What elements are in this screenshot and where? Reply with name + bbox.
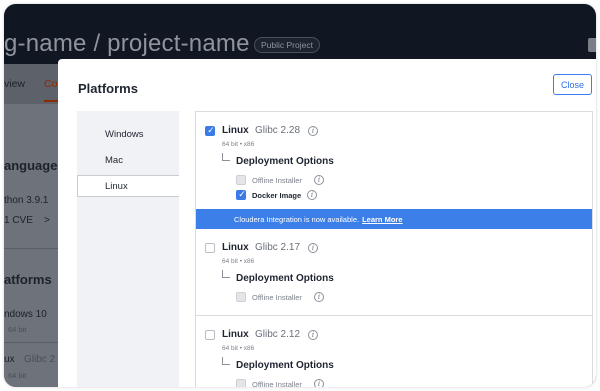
- background-platform-2: ux: [4, 354, 15, 365]
- info-icon[interactable]: i: [308, 126, 318, 136]
- background-platform-1-arch: 64 bit: [8, 325, 27, 334]
- screenshot-frame: g-name / project-name Public Project vie…: [4, 4, 596, 387]
- background-divider-2: [4, 342, 64, 343]
- offline-installer-label: Offline Installer: [252, 176, 302, 185]
- check-icon: ✓: [207, 125, 215, 135]
- offline-installer-label: Offline Installer: [252, 380, 302, 387]
- background-tab-overview: view: [4, 78, 26, 90]
- platform-card: Linux Glibc 2.12 i 64 bit • x86 Deployme…: [196, 316, 592, 387]
- platform-checkbox[interactable]: [205, 330, 215, 340]
- platform-name: Linux: [222, 125, 249, 136]
- nav-item-mac[interactable]: Mac: [77, 149, 179, 171]
- background-platform-1: ndows 10: [4, 309, 47, 320]
- tree-elbow-icon: [222, 153, 230, 161]
- banner-text: Cloudera Integration is now available.: [234, 214, 360, 224]
- deployment-options-title: Deployment Options: [236, 156, 334, 167]
- deployment-options-title: Deployment Options: [236, 360, 334, 371]
- offline-installer-checkbox[interactable]: [236, 379, 246, 387]
- platform-checkbox[interactable]: [205, 243, 215, 253]
- nav-item-linux[interactable]: Linux: [77, 175, 179, 197]
- platform-arch: 64 bit • x86: [222, 258, 255, 265]
- platform-name: Linux: [222, 329, 249, 340]
- platform-list: ✓ Linux Glibc 2.28 i 64 bit • x86 Deploy…: [195, 111, 593, 387]
- background-language-value: thon 3.9.1: [4, 195, 49, 206]
- offline-installer-checkbox[interactable]: [236, 175, 246, 185]
- platform-card: Linux Glibc 2.17 i 64 bit • x86 Deployme…: [196, 229, 592, 315]
- learn-more-link[interactable]: Learn More: [362, 215, 402, 224]
- info-icon[interactable]: i: [308, 330, 318, 340]
- platform-arch: 64 bit • x86: [222, 345, 255, 352]
- background-cve-chevron: >: [44, 215, 50, 226]
- nav-item-windows[interactable]: Windows: [77, 123, 179, 145]
- background-header-button: [588, 38, 596, 52]
- info-icon[interactable]: i: [314, 292, 324, 302]
- modal-title: Platforms: [78, 81, 138, 96]
- platform-version: Glibc 2.17: [255, 242, 301, 253]
- check-icon: ✓: [238, 189, 246, 199]
- platform-name: Linux: [222, 242, 249, 253]
- platform-nav: Windows Mac Linux: [77, 111, 179, 387]
- info-icon[interactable]: i: [314, 175, 324, 185]
- integration-banner: Cloudera Integration is now available. L…: [196, 209, 592, 229]
- platform-version: Glibc 2.28: [255, 125, 301, 136]
- platforms-modal: Platforms Close Windows Mac Linux ✓ Linu…: [58, 59, 596, 387]
- platform-arch: 64 bit • x86: [222, 141, 255, 148]
- background-divider: [4, 248, 64, 249]
- tree-elbow-icon: [222, 357, 230, 365]
- info-icon[interactable]: i: [314, 379, 324, 387]
- background-platform-2-version: Glibc 2: [24, 354, 56, 365]
- info-icon[interactable]: i: [308, 243, 318, 253]
- background-language-heading: anguage: [4, 158, 58, 173]
- platform-card: ✓ Linux Glibc 2.28 i 64 bit • x86 Deploy…: [196, 112, 592, 214]
- docker-image-label: Docker Image: [252, 191, 302, 200]
- platform-version: Glibc 2.12: [255, 329, 301, 340]
- deployment-options-title: Deployment Options: [236, 273, 334, 284]
- info-icon[interactable]: i: [307, 190, 317, 200]
- platform-checkbox[interactable]: ✓: [205, 125, 215, 136]
- background-public-badge: Public Project: [254, 37, 320, 53]
- background-tab-indicator: [44, 100, 58, 102]
- close-button[interactable]: Close: [553, 74, 592, 95]
- offline-installer-label: Offline Installer: [252, 293, 302, 302]
- tree-elbow-icon: [222, 270, 230, 278]
- background-cve-count: 1 CVE: [4, 215, 33, 226]
- offline-installer-checkbox[interactable]: [236, 292, 246, 302]
- background-tab-code: Co: [44, 78, 58, 90]
- background-platforms-heading: atforms: [4, 272, 52, 287]
- docker-image-checkbox[interactable]: ✓: [236, 189, 246, 200]
- background-platform-2-arch: 64 bit: [8, 371, 27, 380]
- background-project-title: g-name / project-name: [4, 30, 250, 57]
